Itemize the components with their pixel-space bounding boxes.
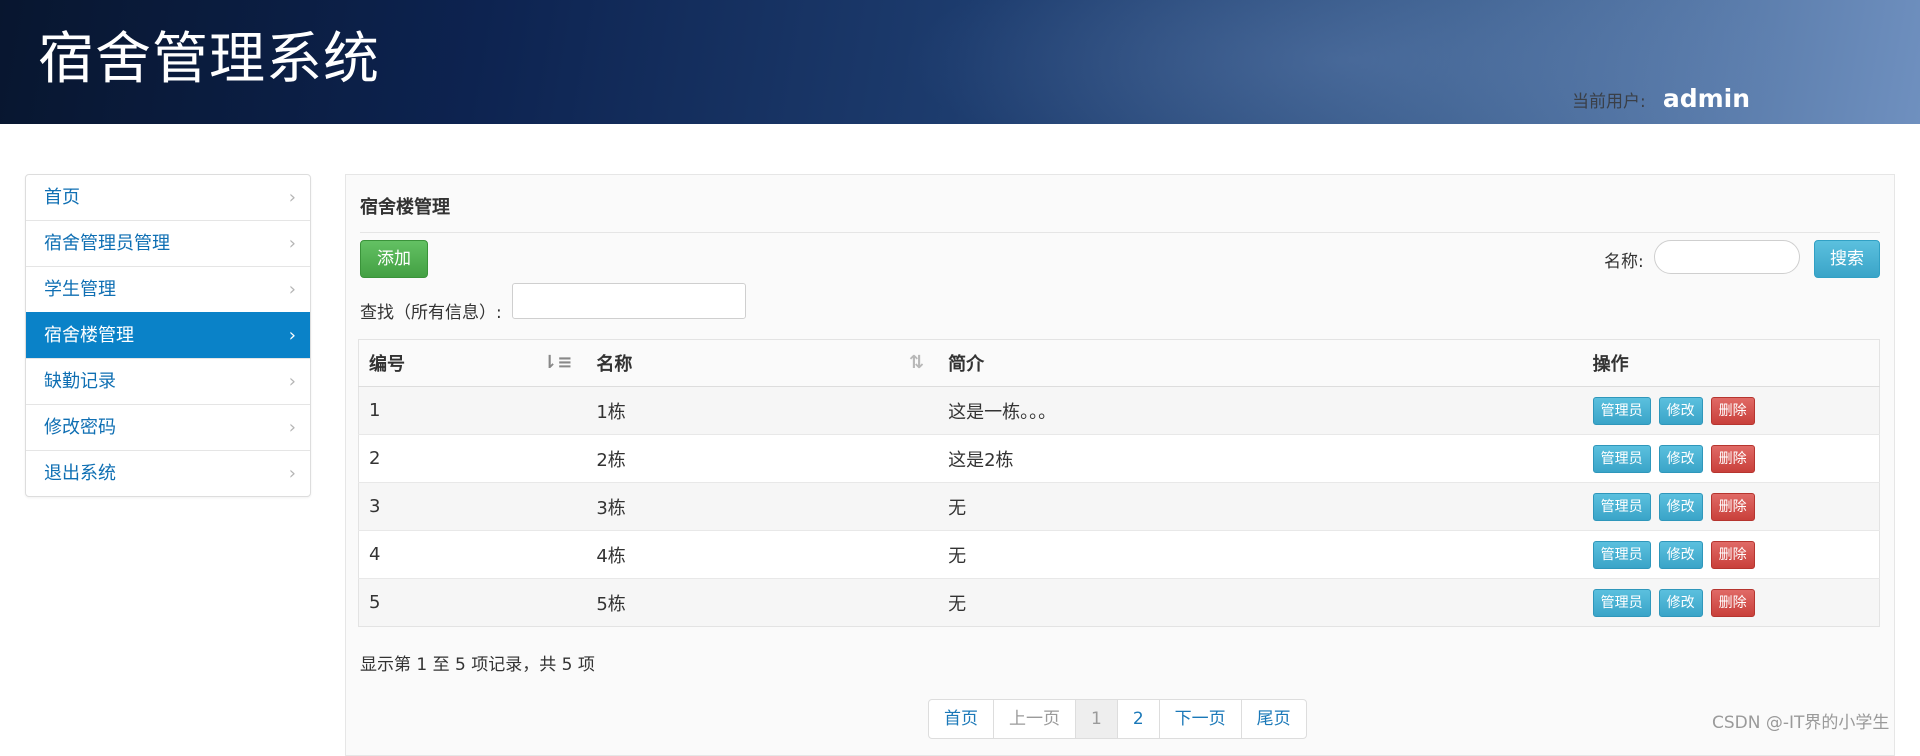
- pagination: 首页 上一页 1 2 下一页 尾页: [928, 699, 1307, 739]
- add-button[interactable]: 添加: [360, 240, 428, 278]
- column-header-desc: 简介: [938, 339, 1583, 387]
- delete-button[interactable]: 删除: [1710, 396, 1755, 425]
- pagination-prev[interactable]: 上一页: [993, 700, 1075, 738]
- find-all-input[interactable]: [512, 283, 746, 319]
- assign-admin-button[interactable]: 管理员: [1592, 444, 1651, 473]
- column-header-name[interactable]: 名称 ⇅: [586, 339, 939, 387]
- chevron-right-icon: ›: [288, 279, 296, 300]
- page-title: 宿舍楼管理: [360, 197, 450, 218]
- cell-id: 3: [358, 482, 587, 531]
- sidebar-nav: 首页 › 宿舍管理员管理 › 学生管理 › 宿舍楼管理 › 缺勤记录 › 修改密…: [25, 174, 311, 497]
- cell-actions: 管理员 修改 删除: [1582, 434, 1880, 483]
- column-header-id[interactable]: 编号 ⇂≡: [358, 339, 587, 387]
- edit-button[interactable]: 修改: [1658, 396, 1703, 425]
- cell-id: 2: [358, 434, 587, 483]
- chevron-right-icon: ›: [288, 463, 296, 484]
- cell-id: 4: [358, 530, 587, 579]
- find-label: 查找（所有信息）:: [360, 303, 502, 323]
- sidebar-item-label: 修改密码: [44, 417, 116, 438]
- delete-button[interactable]: 删除: [1710, 444, 1755, 473]
- table-info: 显示第 1 至 5 项记录，共 5 项: [360, 655, 595, 675]
- table-header-row: 编号 ⇂≡ 名称 ⇅ 简介 操作: [358, 339, 1880, 387]
- sidebar-item-students[interactable]: 学生管理 ›: [26, 266, 310, 312]
- chevron-right-icon: ›: [288, 417, 296, 438]
- sidebar-item-buildings[interactable]: 宿舍楼管理 ›: [26, 312, 310, 358]
- sidebar-item-label: 学生管理: [44, 279, 116, 300]
- sidebar-item-label: 缺勤记录: [44, 371, 116, 392]
- chevron-right-icon: ›: [288, 233, 296, 254]
- table-row: 4 4栋 无 管理员 修改 删除: [358, 530, 1880, 579]
- table-row: 3 3栋 无 管理员 修改 删除: [358, 482, 1880, 531]
- pagination-page-1[interactable]: 1: [1075, 700, 1117, 738]
- assign-admin-button[interactable]: 管理员: [1592, 396, 1651, 425]
- edit-button[interactable]: 修改: [1658, 492, 1703, 521]
- assign-admin-button[interactable]: 管理员: [1592, 588, 1651, 617]
- column-header-label: 名称: [596, 354, 633, 375]
- edit-button[interactable]: 修改: [1658, 540, 1703, 569]
- cell-desc: 这是一栋。。。: [938, 386, 1583, 435]
- cell-actions: 管理员 修改 删除: [1582, 578, 1880, 627]
- cell-name: 1栋: [586, 386, 939, 435]
- current-user-name: admin: [1662, 84, 1751, 113]
- app-header: 宿舍管理系统 当前用户: admin: [0, 0, 1920, 124]
- cell-actions: 管理员 修改 删除: [1582, 530, 1880, 579]
- cell-id: 5: [358, 578, 587, 627]
- cell-name: 4栋: [586, 530, 939, 579]
- search-button[interactable]: 搜索: [1814, 240, 1880, 278]
- sidebar-item-dorm-admin[interactable]: 宿舍管理员管理 ›: [26, 220, 310, 266]
- pagination-page-2[interactable]: 2: [1116, 700, 1159, 738]
- main-panel: 宿舍楼管理 添加 名称: 搜索 查找（所有信息）: 编号 ⇂≡ 名称 ⇅ 简介: [345, 174, 1895, 756]
- name-search-input[interactable]: [1654, 240, 1800, 274]
- delete-button[interactable]: 删除: [1710, 588, 1755, 617]
- cell-id: 1: [358, 386, 587, 435]
- sidebar-item-label: 宿舍管理员管理: [44, 233, 170, 254]
- chevron-right-icon: ›: [288, 325, 296, 346]
- sort-asc-icon: ⇂≡: [542, 352, 573, 373]
- column-header-label: 编号: [369, 354, 405, 375]
- sort-both-icon: ⇅: [909, 352, 925, 373]
- cell-desc: 这是2栋: [938, 434, 1583, 483]
- sidebar-item-label: 首页: [44, 187, 80, 208]
- cell-desc: 无: [938, 482, 1583, 531]
- delete-button[interactable]: 删除: [1710, 492, 1755, 521]
- current-user-label: 当前用户:: [1572, 92, 1646, 112]
- cell-desc: 无: [938, 578, 1583, 627]
- table-row: 5 5栋 无 管理员 修改 删除: [358, 578, 1880, 627]
- cell-desc: 无: [938, 530, 1583, 579]
- title-divider: [360, 232, 1880, 233]
- sidebar-item-label: 退出系统: [44, 463, 116, 484]
- pagination-first[interactable]: 首页: [929, 700, 993, 738]
- assign-admin-button[interactable]: 管理员: [1592, 492, 1651, 521]
- column-header-actions: 操作: [1582, 339, 1880, 387]
- cell-name: 5栋: [586, 578, 939, 627]
- pagination-last[interactable]: 尾页: [1240, 700, 1306, 738]
- cell-actions: 管理员 修改 删除: [1582, 386, 1880, 435]
- delete-button[interactable]: 删除: [1710, 540, 1755, 569]
- table-row: 2 2栋 这是2栋 管理员 修改 删除: [358, 434, 1880, 483]
- sidebar-item-logout[interactable]: 退出系统 ›: [26, 450, 310, 496]
- chevron-right-icon: ›: [288, 371, 296, 392]
- sidebar-item-password[interactable]: 修改密码 ›: [26, 404, 310, 450]
- edit-button[interactable]: 修改: [1658, 588, 1703, 617]
- chevron-right-icon: ›: [288, 187, 296, 208]
- cell-name: 2栋: [586, 434, 939, 483]
- watermark: CSDN @-IT界的小学生: [1712, 713, 1890, 733]
- table-row: 1 1栋 这是一栋。。。 管理员 修改 删除: [358, 386, 1880, 435]
- edit-button[interactable]: 修改: [1658, 444, 1703, 473]
- current-user: 当前用户: admin: [1572, 84, 1750, 113]
- pagination-next[interactable]: 下一页: [1158, 700, 1241, 738]
- sidebar-item-absence[interactable]: 缺勤记录 ›: [26, 358, 310, 404]
- sidebar-item-home[interactable]: 首页 ›: [26, 175, 310, 220]
- app-title: 宿舍管理系统: [38, 27, 380, 92]
- sidebar-item-label: 宿舍楼管理: [44, 325, 134, 346]
- buildings-table: 编号 ⇂≡ 名称 ⇅ 简介 操作 1 1栋 这是一栋。。。 管理员 修改 删除 …: [358, 339, 1880, 627]
- cell-actions: 管理员 修改 删除: [1582, 482, 1880, 531]
- column-header-label: 操作: [1592, 354, 1629, 375]
- name-label: 名称:: [1604, 252, 1644, 272]
- cell-name: 3栋: [586, 482, 939, 531]
- column-header-label: 简介: [948, 354, 985, 375]
- assign-admin-button[interactable]: 管理员: [1592, 540, 1651, 569]
